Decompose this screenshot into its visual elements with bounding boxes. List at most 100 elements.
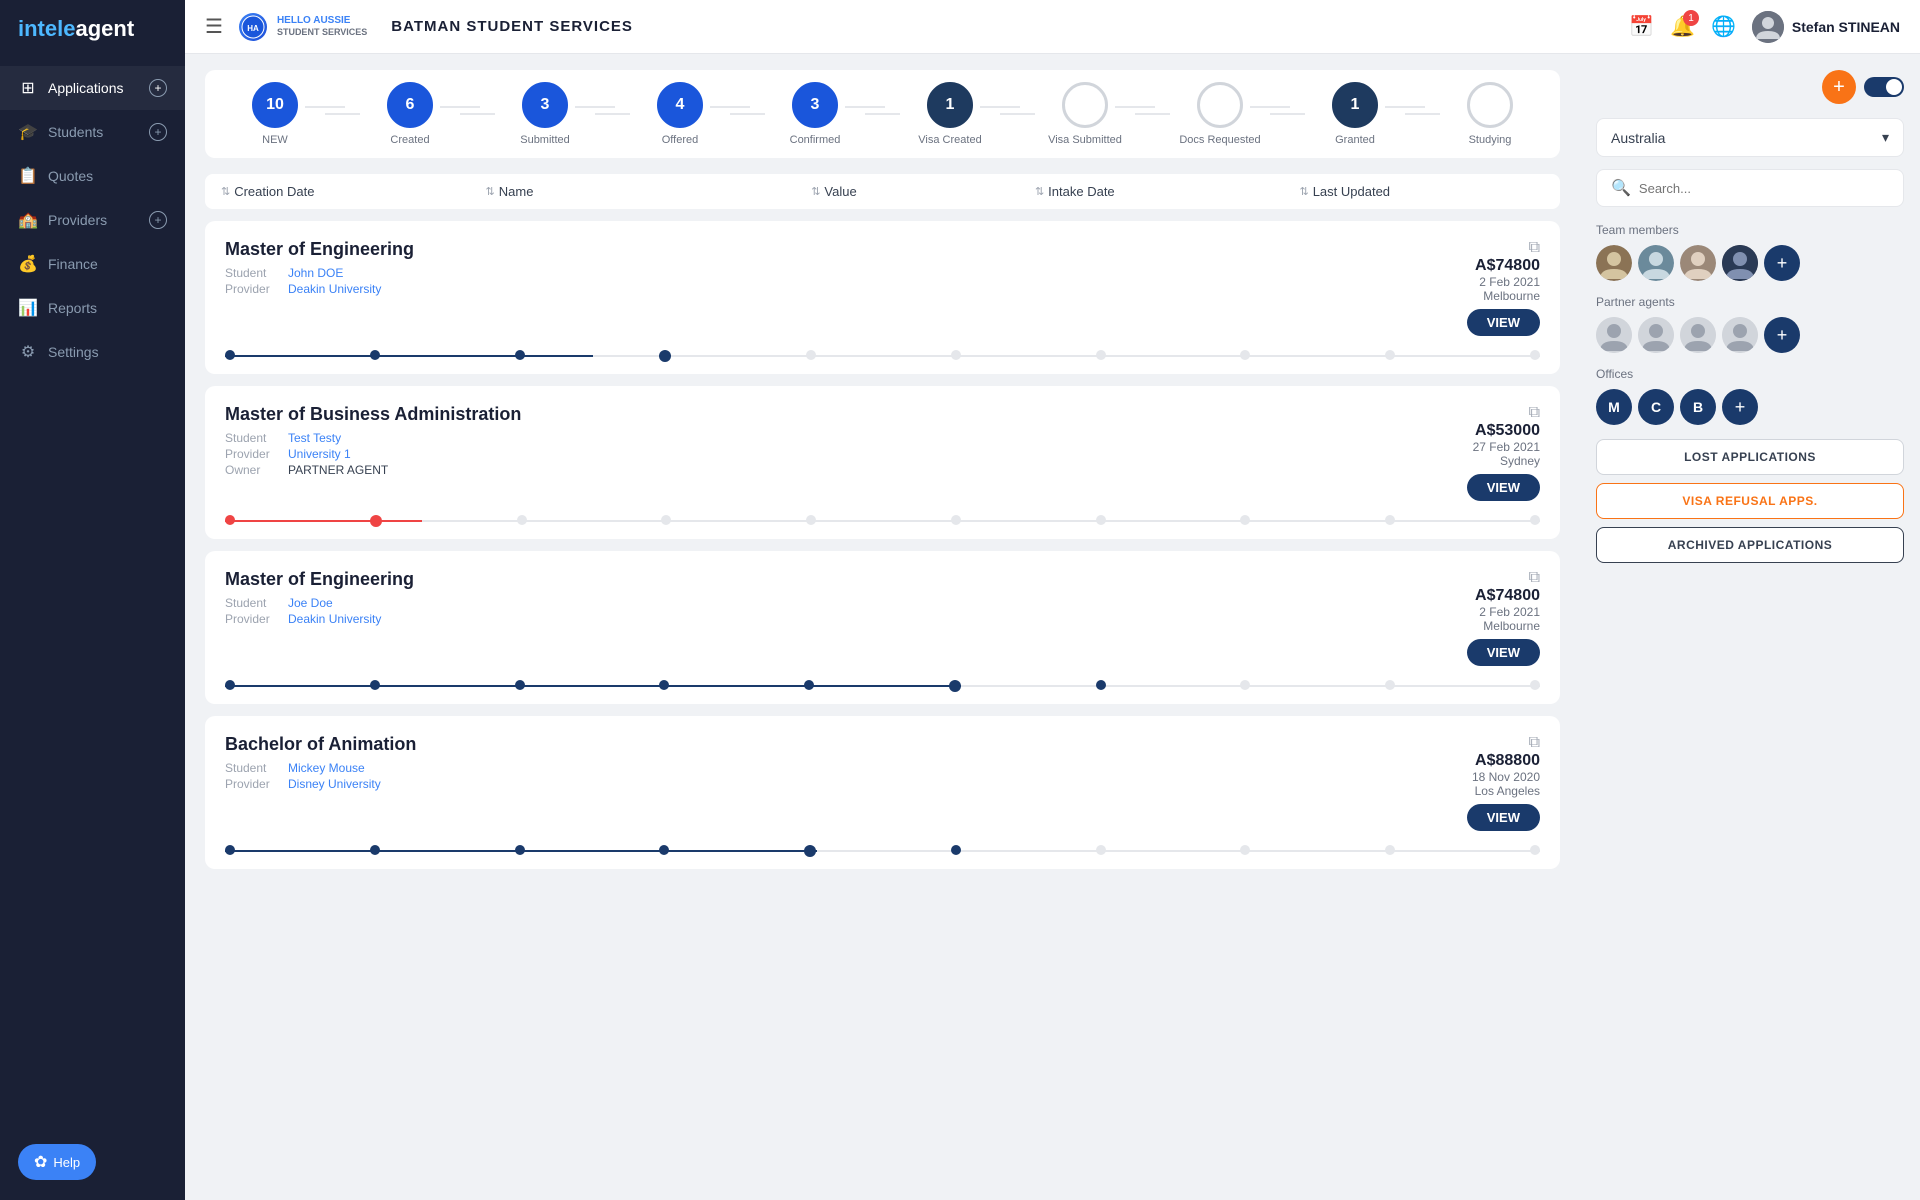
- view-button[interactable]: VIEW: [1467, 804, 1540, 831]
- copy-icon[interactable]: ⧉: [1529, 569, 1540, 587]
- col-intake-date[interactable]: ⇅ Intake Date: [1035, 184, 1280, 199]
- student-name[interactable]: Joe Doe: [288, 596, 333, 610]
- providers-plus-icon[interactable]: +: [149, 211, 167, 229]
- team-member-avatar[interactable]: [1596, 245, 1632, 281]
- view-button[interactable]: VIEW: [1467, 639, 1540, 666]
- sidebar-item-reports[interactable]: 📊 Reports: [0, 286, 185, 330]
- progress-dot: [1530, 515, 1540, 525]
- user-info[interactable]: Stefan STINEAN: [1752, 11, 1900, 43]
- office-badge-b[interactable]: B: [1680, 389, 1716, 425]
- col-name[interactable]: ⇅ Name: [486, 184, 792, 199]
- status-granted[interactable]: 1 Granted: [1305, 82, 1405, 146]
- view-button[interactable]: VIEW: [1467, 309, 1540, 336]
- help-button[interactable]: ✿ Help: [18, 1144, 96, 1180]
- add-partner-agent-button[interactable]: +: [1764, 317, 1800, 353]
- sidebar-item-finance[interactable]: 💰 Finance: [0, 242, 185, 286]
- student-name[interactable]: Mickey Mouse: [288, 761, 365, 775]
- col-value[interactable]: ⇅ Value: [811, 184, 1015, 199]
- view-button[interactable]: VIEW: [1467, 474, 1540, 501]
- student-name[interactable]: John DOE: [288, 266, 343, 280]
- country-value: Australia: [1611, 130, 1665, 146]
- archived-applications-button[interactable]: ARCHIVED APPLICATIONS: [1596, 527, 1904, 563]
- sort-icon: ⇅: [1035, 185, 1044, 198]
- status-created[interactable]: 6 Created: [360, 82, 460, 146]
- visa-refusal-button[interactable]: VISA REFUSAL APPS.: [1596, 483, 1904, 519]
- provider-label: Provider: [225, 282, 280, 296]
- status-studying[interactable]: Studying: [1440, 82, 1540, 146]
- add-team-member-button[interactable]: +: [1764, 245, 1800, 281]
- progress-dot: [806, 515, 816, 525]
- student-label: Student: [225, 761, 280, 775]
- status-circle-studying: [1467, 82, 1513, 128]
- provider-name[interactable]: Deakin University: [288, 612, 381, 626]
- filter-toggle-switch[interactable]: [1864, 77, 1904, 97]
- partner-agent-avatar[interactable]: [1596, 317, 1632, 353]
- app-date: 18 Nov 2020: [1472, 770, 1540, 784]
- status-offered[interactable]: 4 Offered: [630, 82, 730, 146]
- status-circle-submitted: 3: [522, 82, 568, 128]
- notifications-icon[interactable]: 🔔 1: [1670, 14, 1695, 39]
- offices-row: M C B +: [1596, 389, 1904, 425]
- student-name[interactable]: Test Testy: [288, 431, 341, 445]
- progress-dot: [1240, 350, 1250, 360]
- finance-icon: 💰: [18, 254, 38, 274]
- app-location: Sydney: [1473, 454, 1540, 468]
- status-submitted[interactable]: 3 Submitted: [495, 82, 595, 146]
- app-info: Bachelor of Animation Student Mickey Mou…: [225, 734, 416, 791]
- app-meta-student-row: Student Test Testy: [225, 431, 521, 445]
- status-label-visa-created: Visa Created: [918, 134, 981, 146]
- col-last-updated[interactable]: ⇅ Last Updated: [1299, 184, 1544, 199]
- add-filter-button[interactable]: +: [1822, 70, 1856, 104]
- team-members-row: +: [1596, 245, 1904, 281]
- copy-icon[interactable]: ⧉: [1529, 239, 1540, 257]
- app-location: Melbourne: [1475, 289, 1540, 303]
- lost-applications-button[interactable]: LOST APPLICATIONS: [1596, 439, 1904, 475]
- provider-label: Provider: [225, 447, 280, 461]
- sidebar-item-label: Applications: [48, 80, 124, 96]
- team-member-avatar[interactable]: [1680, 245, 1716, 281]
- globe-icon[interactable]: 🌐: [1711, 14, 1736, 39]
- office-badge-c[interactable]: C: [1638, 389, 1674, 425]
- app-meta: Student Test Testy Provider University 1…: [225, 431, 521, 477]
- office-badge-m[interactable]: M: [1596, 389, 1632, 425]
- copy-icon[interactable]: ⧉: [1529, 734, 1540, 752]
- app-meta: Student Joe Doe Provider Deakin Universi…: [225, 596, 414, 626]
- provider-name[interactable]: Deakin University: [288, 282, 381, 296]
- applications-plus-icon[interactable]: +: [149, 79, 167, 97]
- brand-name: HELLO AUSSIE STUDENT SERVICES: [277, 15, 367, 38]
- status-visa-created[interactable]: 1 Visa Created: [900, 82, 1000, 146]
- add-office-button[interactable]: +: [1722, 389, 1758, 425]
- team-member-avatar[interactable]: [1638, 245, 1674, 281]
- status-visa-submitted[interactable]: Visa Submitted: [1035, 82, 1135, 146]
- provider-name[interactable]: University 1: [288, 447, 351, 461]
- provider-name[interactable]: Disney University: [288, 777, 381, 791]
- progress-dot: [1385, 845, 1395, 855]
- calendar-icon[interactable]: 📅: [1629, 14, 1654, 39]
- status-docs-requested[interactable]: Docs Requested: [1170, 82, 1270, 146]
- provider-label: Provider: [225, 777, 280, 791]
- partner-agent-avatar[interactable]: [1680, 317, 1716, 353]
- sidebar-item-applications[interactable]: ⊞ Applications +: [0, 66, 185, 110]
- status-confirmed[interactable]: 3 Confirmed: [765, 82, 865, 146]
- col-creation-date[interactable]: ⇅ Creation Date: [221, 184, 466, 199]
- progress-dot: [949, 680, 961, 692]
- progress-dot: [806, 350, 816, 360]
- progress-dot: [1530, 680, 1540, 690]
- app-value: A$88800: [1472, 752, 1540, 770]
- provider-label: Provider: [225, 612, 280, 626]
- partner-agent-avatar[interactable]: [1722, 317, 1758, 353]
- partner-agent-avatar[interactable]: [1638, 317, 1674, 353]
- students-plus-icon[interactable]: +: [149, 123, 167, 141]
- sidebar-item-settings[interactable]: ⚙ Settings: [0, 330, 185, 374]
- sidebar-item-quotes[interactable]: 📋 Quotes: [0, 154, 185, 198]
- country-selector[interactable]: Australia ▾: [1596, 118, 1904, 157]
- status-new[interactable]: 10 NEW: [225, 82, 325, 146]
- action-buttons: LOST APPLICATIONS VISA REFUSAL APPS. ARC…: [1596, 439, 1904, 563]
- team-member-avatar[interactable]: [1722, 245, 1758, 281]
- sidebar-item-providers[interactable]: 🏫 Providers +: [0, 198, 185, 242]
- search-input[interactable]: [1639, 181, 1889, 196]
- menu-icon[interactable]: ☰: [205, 14, 223, 39]
- copy-icon[interactable]: ⧉: [1529, 404, 1540, 422]
- sidebar-item-students[interactable]: 🎓 Students +: [0, 110, 185, 154]
- progress-dots: [225, 350, 1540, 362]
